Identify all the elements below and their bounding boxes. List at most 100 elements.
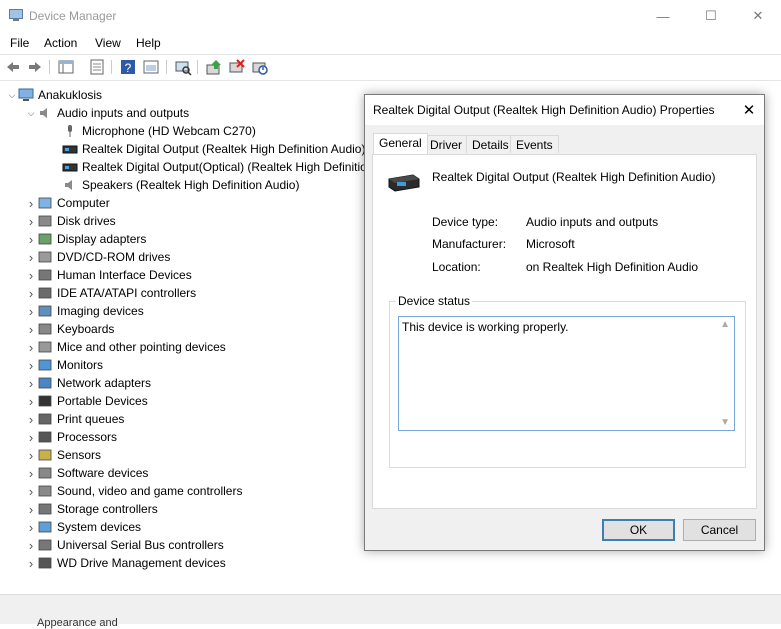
help-icon[interactable]: ? — [119, 58, 137, 76]
device-type-label: Device type: — [432, 215, 499, 229]
ok-button[interactable]: OK — [602, 519, 675, 541]
chevron-right-icon[interactable]: › — [25, 536, 37, 554]
chevron-right-icon[interactable]: › — [25, 518, 37, 536]
dialog-close-button[interactable]: ✕ — [734, 95, 764, 125]
menu-divider — [0, 54, 781, 55]
title-bar[interactable]: Device Manager — ☐ ✕ — [0, 0, 781, 32]
tree-root[interactable]: ⌵ Anakuklosis — [6, 86, 102, 104]
chevron-right-icon[interactable]: › — [25, 266, 37, 284]
tree-category-12[interactable]: › Print queues — [25, 410, 125, 428]
chevron-right-icon[interactable]: › — [25, 392, 37, 410]
chevron-right-icon[interactable]: › — [25, 482, 37, 500]
tree-category-17[interactable]: › Storage controllers — [25, 500, 158, 518]
tree-category-1[interactable]: › Disk drives — [25, 212, 116, 230]
tree-category-10[interactable]: › Network adapters — [25, 374, 151, 392]
tree-category-label: Monitors — [57, 358, 104, 372]
update-driver-icon[interactable] — [205, 58, 223, 76]
tree-category-label: Universal Serial Bus controllers — [57, 538, 224, 552]
chevron-right-icon[interactable]: › — [25, 374, 37, 392]
chevron-right-icon[interactable]: › — [25, 302, 37, 320]
tree-device-microphone[interactable]: Microphone (HD Webcam C270) — [62, 122, 256, 140]
status-scrollbar[interactable]: ▲ ▼ — [717, 317, 734, 430]
tree-category-label: Print queues — [57, 412, 125, 426]
dialog-title-bar[interactable]: Realtek Digital Output (Realtek High Def… — [365, 95, 764, 125]
tree-category-label: Display adapters — [57, 232, 147, 246]
minimize-button[interactable]: — — [640, 0, 686, 32]
tree-category-19[interactable]: › Universal Serial Bus controllers — [25, 536, 224, 554]
tree-category-5[interactable]: › IDE ATA/ATAPI controllers — [25, 284, 196, 302]
tab-events[interactable]: Events — [510, 135, 559, 153]
tab-details[interactable]: Details — [466, 135, 515, 153]
chevron-right-icon[interactable]: › — [25, 194, 37, 212]
tree-device-digital-output-optical[interactable]: Realtek Digital Output(Optical) (Realtek… — [62, 158, 411, 176]
tree-category-4[interactable]: › Human Interface Devices — [25, 266, 192, 284]
chevron-right-icon[interactable]: › — [25, 554, 37, 572]
properties-icon[interactable] — [88, 58, 106, 76]
tree-category-2[interactable]: › Display adapters — [25, 230, 147, 248]
uninstall-icon[interactable] — [228, 58, 246, 76]
tree-category-13[interactable]: › Processors — [25, 428, 117, 446]
device-status-text: This device is working properly. — [402, 320, 569, 334]
tab-driver[interactable]: Driver — [424, 135, 468, 153]
chevron-right-icon[interactable]: › — [25, 320, 37, 338]
chevron-right-icon[interactable]: › — [25, 284, 37, 302]
show-hide-icon[interactable] — [57, 58, 75, 76]
disable-icon[interactable] — [251, 58, 269, 76]
tree-device-speakers[interactable]: Speakers (Realtek High Definition Audio) — [62, 176, 299, 194]
tree-category-audio[interactable]: ⌵ Audio inputs and outputs — [25, 104, 190, 122]
device-status-textbox[interactable]: This device is working properly. ▲ ▼ — [398, 316, 735, 431]
tree-category-label: Mice and other pointing devices — [57, 340, 226, 354]
tree-category-18[interactable]: › System devices — [25, 518, 141, 536]
chevron-right-icon[interactable]: › — [25, 356, 37, 374]
close-window-button[interactable]: ✕ — [735, 0, 781, 32]
tree-category-label: Human Interface Devices — [57, 268, 192, 282]
tree-category-6[interactable]: › Imaging devices — [25, 302, 144, 320]
device-category-icon — [37, 268, 53, 282]
tree-category-8[interactable]: › Mice and other pointing devices — [25, 338, 226, 356]
menu-view[interactable]: View — [95, 36, 121, 50]
tree-category-label: Sensors — [57, 448, 102, 462]
tree-device-label: Realtek Digital Output(Optical) (Realtek… — [82, 160, 411, 174]
tab-general[interactable]: General — [373, 133, 428, 154]
device-type-value: Audio inputs and outputs — [526, 215, 659, 229]
chevron-right-icon[interactable]: › — [25, 464, 37, 482]
tree-category-9[interactable]: › Monitors — [25, 356, 103, 374]
cancel-button[interactable]: Cancel — [683, 519, 756, 541]
chevron-right-icon[interactable]: › — [25, 212, 37, 230]
menu-file[interactable]: File — [10, 36, 29, 50]
tree-category-14[interactable]: › Sensors — [25, 446, 101, 464]
scroll-down-icon[interactable]: ▼ — [720, 417, 730, 428]
tree-device-label: Realtek Digital Output (Realtek High Def… — [82, 142, 366, 156]
scan-hardware-icon[interactable] — [174, 58, 192, 76]
menu-help[interactable]: Help — [136, 36, 161, 50]
chevron-right-icon[interactable]: › — [25, 338, 37, 356]
scroll-up-icon[interactable]: ▲ — [720, 319, 730, 330]
tree-device-label: Speakers (Realtek High Definition Audio) — [82, 178, 300, 192]
tree-category-16[interactable]: › Sound, video and game controllers — [25, 482, 243, 500]
back-icon[interactable] — [4, 58, 22, 76]
device-category-icon — [37, 466, 53, 480]
view-icon[interactable] — [142, 58, 160, 76]
tree-category-7[interactable]: › Keyboards — [25, 320, 115, 338]
device-manager-app-icon — [9, 9, 23, 21]
tree-category-3[interactable]: › DVD/CD-ROM drives — [25, 248, 171, 266]
chevron-right-icon[interactable]: › — [25, 446, 37, 464]
tree-category-11[interactable]: › Portable Devices — [25, 392, 148, 410]
tree-device-digital-output[interactable]: Realtek Digital Output (Realtek High Def… — [62, 140, 365, 158]
chevron-right-icon[interactable]: › — [25, 500, 37, 518]
tree-category-0[interactable]: › Computer — [25, 194, 110, 212]
chevron-down-icon[interactable]: ⌵ — [25, 104, 37, 122]
chevron-right-icon[interactable]: › — [25, 248, 37, 266]
toolbar-separator — [111, 60, 112, 74]
chevron-right-icon[interactable]: › — [25, 428, 37, 446]
location-label: Location: — [432, 260, 481, 274]
chevron-down-icon[interactable]: ⌵ — [6, 86, 18, 104]
chevron-right-icon[interactable]: › — [25, 410, 37, 428]
tree-category-20[interactable]: › WD Drive Management devices — [25, 554, 226, 572]
tree-category-15[interactable]: › Software devices — [25, 464, 149, 482]
device-category-icon — [37, 448, 53, 462]
forward-icon[interactable] — [26, 58, 44, 76]
maximize-button[interactable]: ☐ — [688, 0, 734, 32]
menu-action[interactable]: Action — [44, 36, 77, 50]
chevron-right-icon[interactable]: › — [25, 230, 37, 248]
